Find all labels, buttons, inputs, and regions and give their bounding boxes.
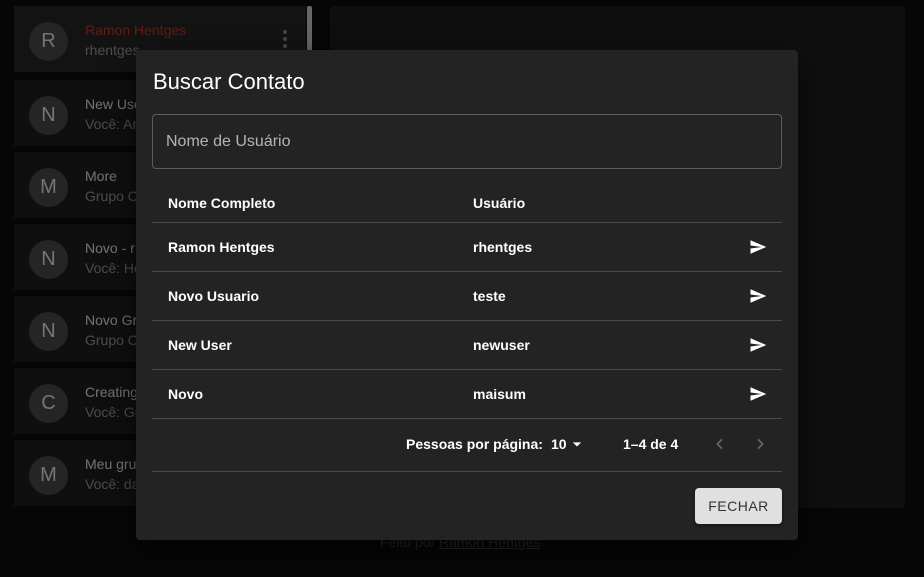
dialog-title: Buscar Contato xyxy=(153,69,305,94)
table-row: Ramon Hentges rhentges xyxy=(152,223,782,272)
rows-per-page-value: 10 xyxy=(551,436,567,452)
contact-username: newuser xyxy=(473,337,530,353)
send-icon xyxy=(750,240,767,254)
send-message-button[interactable] xyxy=(746,333,770,357)
send-icon xyxy=(750,289,767,303)
username-search-field[interactable] xyxy=(152,114,782,169)
table-header: Nome Completo Usuário xyxy=(152,178,782,223)
contact-username: rhentges xyxy=(473,239,533,255)
search-contact-dialog: Buscar Contato Nome Completo Usuário Ram… xyxy=(136,50,798,540)
table-row: New User newuser xyxy=(152,321,782,370)
arrow-drop-down-icon xyxy=(572,442,581,447)
column-header-username: Usuário xyxy=(473,195,526,211)
chevron-right-icon xyxy=(757,438,764,450)
close-button[interactable]: FECHAR xyxy=(695,488,782,524)
chevron-left-icon xyxy=(716,438,723,450)
contacts-table: Nome Completo Usuário Ramon Hentges rhen… xyxy=(152,178,782,419)
send-icon xyxy=(750,338,767,352)
next-page-button[interactable] xyxy=(750,434,770,454)
send-message-button[interactable] xyxy=(746,284,770,308)
contact-name: New User xyxy=(168,337,232,353)
table-row: Novo maisum xyxy=(152,370,782,419)
contact-name: Novo xyxy=(168,386,203,402)
column-header-name: Nome Completo xyxy=(168,195,276,211)
contact-name: Novo Usuario xyxy=(168,288,260,304)
rows-per-page-label: Pessoas por página: xyxy=(406,436,543,452)
table-pagination: Pessoas por página: 10 1–4 de 4 xyxy=(152,420,782,472)
rows-per-page-select[interactable]: 10 xyxy=(551,434,587,454)
contact-username: teste xyxy=(473,288,506,304)
app-root: R Ramon Hentges rhentges N New Use Você:… xyxy=(0,0,924,577)
send-icon xyxy=(750,387,767,401)
contact-name: Ramon Hentges xyxy=(168,239,275,255)
pagination-range: 1–4 de 4 xyxy=(623,436,679,452)
contact-username: maisum xyxy=(473,386,526,402)
send-message-button[interactable] xyxy=(746,382,770,406)
previous-page-button[interactable] xyxy=(710,434,730,454)
table-row: Novo Usuario teste xyxy=(152,272,782,321)
send-message-button[interactable] xyxy=(746,235,770,259)
username-search-input[interactable] xyxy=(153,115,781,168)
